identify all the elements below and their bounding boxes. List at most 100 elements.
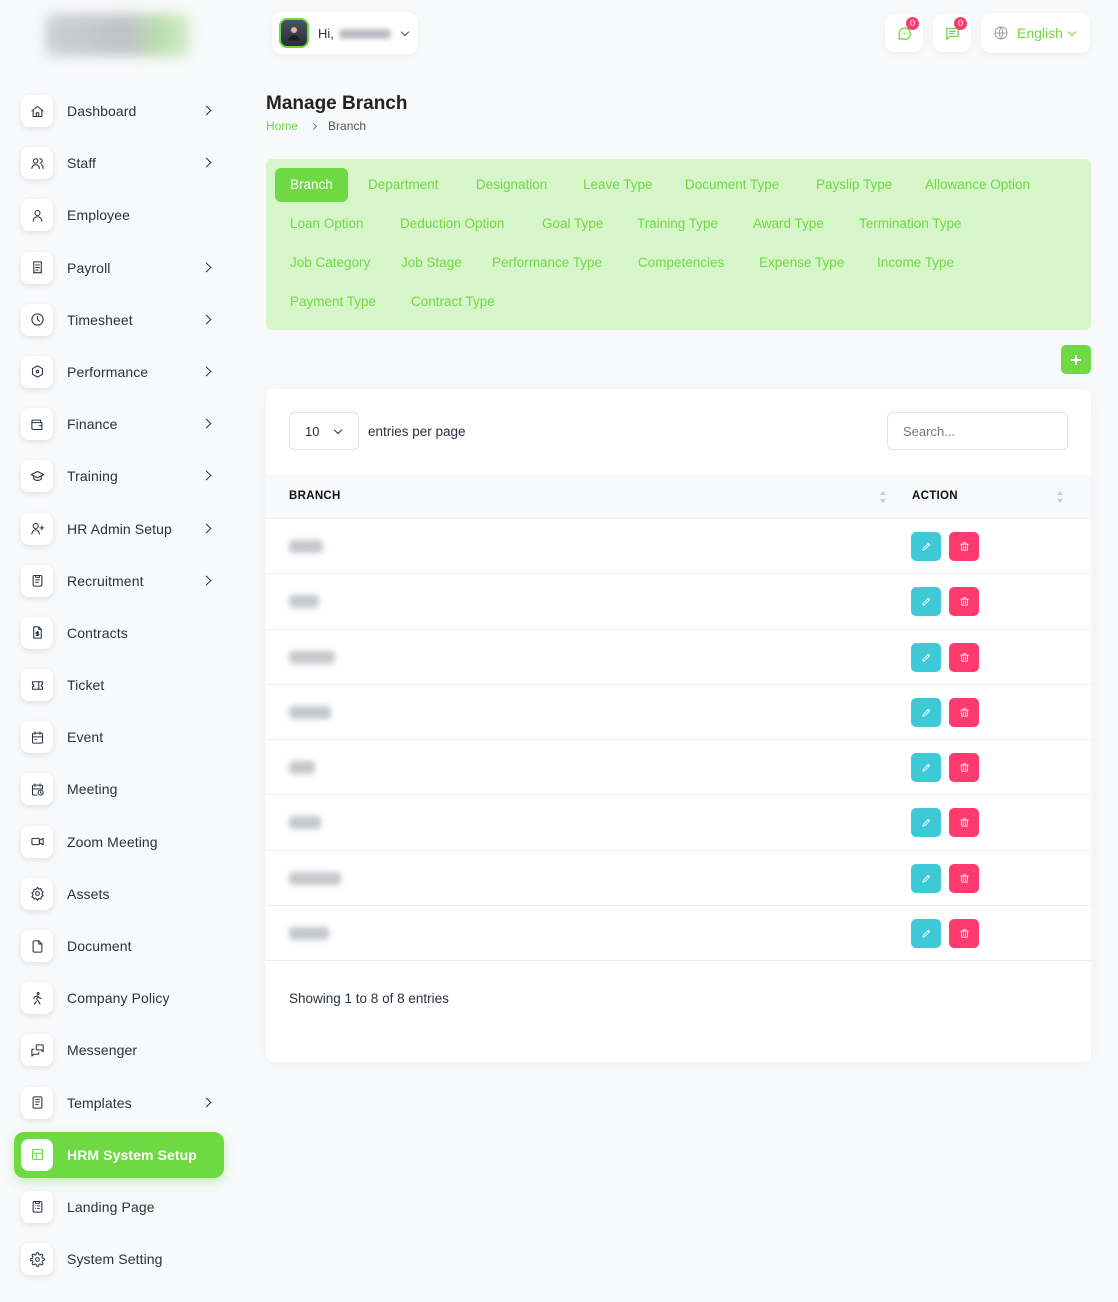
tab-allowance-option[interactable]: Allowance Option xyxy=(925,168,1030,202)
sidebar-item-label: Performance xyxy=(67,363,149,380)
user-menu[interactable]: Hi, xyxy=(272,12,418,54)
pencil-icon xyxy=(921,598,930,606)
tab-payment-type[interactable]: Payment Type xyxy=(290,285,376,319)
tab-award-type[interactable]: Award Type xyxy=(753,207,824,241)
edit-button[interactable] xyxy=(911,919,941,949)
sidebar-item-recruitment[interactable]: Recruitment xyxy=(14,558,224,604)
sidebar-item-finance[interactable]: Finance xyxy=(14,401,224,447)
sidebar-item-templates[interactable]: Templates xyxy=(14,1080,224,1126)
tab-branch[interactable]: Branch xyxy=(275,168,348,202)
sidebar-item-label: Ticket xyxy=(67,677,105,694)
table-row xyxy=(266,685,1091,741)
pencil-icon xyxy=(921,819,930,828)
delete-button[interactable] xyxy=(949,919,979,949)
sidebar-item-employee[interactable]: Employee xyxy=(14,192,224,238)
entries-per-page-select[interactable]: 10 xyxy=(289,412,359,450)
add-branch-button[interactable] xyxy=(1061,345,1091,374)
edit-button[interactable] xyxy=(911,642,941,672)
column-header-action[interactable]: ACTION xyxy=(912,474,958,519)
sort-icon[interactable] xyxy=(1057,491,1063,503)
sidebar-item-landing-page[interactable]: Landing Page xyxy=(14,1184,224,1230)
branch-name-redacted xyxy=(289,816,321,830)
tab-deduction-option[interactable]: Deduction Option xyxy=(400,207,504,241)
user-icon xyxy=(21,199,53,232)
sidebar-item-ticket[interactable]: Ticket xyxy=(14,662,224,708)
trash-icon xyxy=(959,653,969,662)
sidebar-item-performance[interactable]: Performance xyxy=(14,349,224,395)
messages-button[interactable]: 0 xyxy=(933,14,971,52)
edit-button[interactable] xyxy=(911,808,941,838)
tab-contract-type[interactable]: Contract Type xyxy=(411,285,495,319)
sidebar-item-staff[interactable]: Staff xyxy=(14,140,224,186)
delete-button[interactable] xyxy=(949,697,979,727)
pencil-icon xyxy=(921,764,930,772)
page-title: Manage Branch xyxy=(266,93,408,114)
tab-income-type[interactable]: Income Type xyxy=(877,246,954,280)
tab-performance-type[interactable]: Performance Type xyxy=(492,246,602,280)
sidebar-item-meeting[interactable]: Meeting xyxy=(14,766,224,812)
sidebar-item-messenger[interactable]: Messenger xyxy=(14,1027,224,1073)
edit-button[interactable] xyxy=(911,587,941,617)
tab-payslip-type[interactable]: Payslip Type xyxy=(816,168,892,202)
clipboard-list-icon xyxy=(21,1190,53,1223)
search-input[interactable] xyxy=(887,412,1068,450)
sidebar-item-company-policy[interactable]: Company Policy xyxy=(14,975,224,1021)
chevron-down-icon xyxy=(1067,27,1077,37)
sidebar-item-hr-admin-setup[interactable]: HR Admin Setup xyxy=(14,506,224,552)
chat-badge: 0 xyxy=(906,17,919,30)
sidebar-item-dashboard[interactable]: Dashboard xyxy=(14,88,224,134)
edit-button[interactable] xyxy=(911,753,941,783)
sidebar-item-event[interactable]: Event xyxy=(14,714,224,760)
tab-competencies[interactable]: Competencies xyxy=(638,246,724,280)
sort-icon[interactable] xyxy=(880,491,886,503)
tab-training-type[interactable]: Training Type xyxy=(637,207,718,241)
language-selector[interactable]: English xyxy=(981,13,1090,53)
hexagon-icon xyxy=(21,355,53,388)
sidebar-item-document[interactable]: Document xyxy=(14,923,224,969)
tab-job-stage[interactable]: Job Stage xyxy=(401,246,462,280)
tab-loan-option[interactable]: Loan Option xyxy=(290,207,364,241)
tab-leave-type[interactable]: Leave Type xyxy=(583,168,653,202)
sidebar-item-zoom-meeting[interactable]: Zoom Meeting xyxy=(14,819,224,865)
delete-button[interactable] xyxy=(949,753,979,783)
home-icon xyxy=(21,95,53,127)
chevron-right-icon xyxy=(201,366,212,377)
tab-job-category[interactable]: Job Category xyxy=(290,246,370,280)
trash-icon xyxy=(959,929,969,938)
sidebar-item-label: Dashboard xyxy=(67,103,137,119)
tab-expense-type[interactable]: Expense Type xyxy=(759,246,844,280)
tab-termination-type[interactable]: Termination Type xyxy=(859,207,962,241)
language-label: English xyxy=(1017,25,1063,41)
edit-button[interactable] xyxy=(911,863,941,893)
tab-document-type[interactable]: Document Type xyxy=(685,168,779,202)
delete-button[interactable] xyxy=(949,532,979,561)
breadcrumb-home-link[interactable]: Home xyxy=(266,119,298,133)
sidebar-item-hrm-system-setup[interactable]: HRM System Setup xyxy=(14,1131,224,1178)
sidebar-item-system-setting[interactable]: System Setting xyxy=(14,1236,224,1282)
chevron-right-icon xyxy=(201,262,212,273)
branch-name-redacted xyxy=(289,650,335,664)
sidebar-item-timesheet[interactable]: Timesheet xyxy=(14,297,224,343)
sidebar-item-payroll[interactable]: Payroll xyxy=(14,245,224,291)
app-logo[interactable] xyxy=(45,14,190,56)
calendar-icon xyxy=(21,721,53,754)
sidebar-item-assets[interactable]: Assets xyxy=(14,871,224,917)
clipboard-icon xyxy=(21,564,53,597)
delete-button[interactable] xyxy=(949,587,979,617)
delete-button[interactable] xyxy=(949,863,979,893)
edit-button[interactable] xyxy=(911,532,941,561)
breadcrumb-current: Branch xyxy=(328,119,367,133)
sidebar-item-training[interactable]: Training xyxy=(14,453,224,499)
sidebar: Dashboard Staff Employee Payroll Timesheet Pe… xyxy=(0,0,240,1302)
sidebar-item-contracts[interactable]: Contracts xyxy=(14,610,224,656)
tab-goal-type[interactable]: Goal Type xyxy=(542,207,603,241)
delete-button[interactable] xyxy=(949,642,979,672)
tab-designation[interactable]: Designation xyxy=(476,168,547,202)
column-header-branch[interactable]: BRANCH xyxy=(289,474,341,519)
chevron-right-icon xyxy=(201,105,212,116)
delete-button[interactable] xyxy=(949,808,979,838)
tab-department[interactable]: Department xyxy=(368,168,439,202)
edit-button[interactable] xyxy=(911,697,941,727)
sidebar-item-label: System Setting xyxy=(67,1251,163,1268)
chat-button[interactable]: 0 xyxy=(885,14,923,52)
